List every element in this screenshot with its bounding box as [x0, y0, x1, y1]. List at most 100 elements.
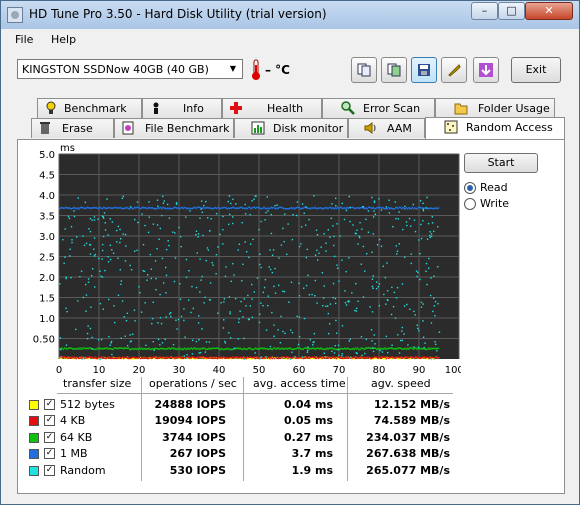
- data-point-random: [190, 311, 192, 314]
- data-point-random: [334, 197, 337, 200]
- data-point-random: [189, 210, 191, 212]
- series-checkbox[interactable]: ✓: [44, 432, 55, 443]
- data-point-random: [408, 217, 411, 220]
- data-point-random: [365, 218, 367, 221]
- data-point-random: [341, 325, 344, 327]
- data-point-random: [294, 356, 296, 358]
- data-point-random: [97, 218, 99, 220]
- data-point-random: [338, 354, 340, 357]
- close-button[interactable]: ✕: [525, 2, 573, 20]
- tab-info[interactable]: Info: [142, 98, 222, 118]
- data-point-random: [318, 252, 320, 254]
- data-point-random: [336, 267, 339, 270]
- title-bar[interactable]: HD Tune Pro 3.50 - Hard Disk Utility (tr…: [1, 1, 579, 29]
- data-point-random: [77, 300, 79, 302]
- data-point-random: [162, 195, 164, 198]
- data-point-random: [100, 338, 103, 341]
- data-point-random: [332, 282, 335, 285]
- data-point-64-kb: [415, 347, 417, 349]
- data-point-random: [195, 340, 198, 343]
- data-point-random: [298, 282, 300, 285]
- data-point-random: [130, 269, 133, 271]
- minimize-button[interactable]: –: [471, 2, 498, 20]
- data-point-random: [227, 200, 229, 203]
- data-point-random: [203, 302, 205, 304]
- series-checkbox[interactable]: ✓: [44, 399, 55, 410]
- data-point-random: [237, 249, 239, 251]
- data-point-random: [284, 332, 286, 335]
- data-point-random: [316, 259, 319, 261]
- copy-screenshot-button[interactable]: [381, 57, 407, 83]
- data-point-random: [256, 277, 259, 279]
- tab-random-access[interactable]: Random Access: [425, 117, 565, 139]
- start-button[interactable]: Start: [464, 153, 538, 173]
- series-checkbox[interactable]: ✓: [44, 465, 55, 476]
- tab-aam[interactable]: AAM: [348, 118, 425, 138]
- options-button[interactable]: [441, 57, 467, 83]
- save-button[interactable]: [411, 57, 437, 83]
- y-tick-label: 1.5: [39, 294, 55, 305]
- data-point-random: [403, 305, 406, 307]
- x-tick-label: 10: [93, 365, 106, 373]
- data-point-random: [196, 252, 199, 254]
- y-tick-label: 2.0: [39, 273, 55, 284]
- data-point-random: [151, 322, 153, 325]
- data-point-random: [366, 253, 368, 255]
- maximize-button[interactable]: □: [498, 2, 525, 20]
- data-point-random: [179, 298, 182, 300]
- data-point-random: [392, 225, 394, 228]
- data-point-random: [249, 213, 251, 216]
- data-point-random: [197, 236, 199, 238]
- data-point-random: [183, 355, 185, 357]
- exit-button[interactable]: Exit: [511, 57, 561, 83]
- data-point-random: [60, 356, 63, 358]
- menu-help[interactable]: Help: [51, 33, 76, 46]
- data-point-random: [197, 322, 200, 324]
- data-point-random: [64, 256, 66, 258]
- data-point-random: [66, 310, 68, 313]
- tab-benchmark[interactable]: Benchmark: [37, 98, 142, 118]
- column-divider: [243, 377, 244, 481]
- data-point-random: [437, 265, 439, 268]
- tab-error-scan[interactable]: Error Scan: [322, 98, 435, 118]
- data-point-random: [244, 213, 247, 215]
- read-radio[interactable]: [464, 182, 476, 194]
- tab-folder-usage[interactable]: Folder Usage: [435, 98, 555, 118]
- data-point-random: [397, 334, 399, 336]
- data-point-random: [222, 327, 225, 329]
- data-point-random: [85, 294, 88, 296]
- tab-disk-monitor[interactable]: Disk monitor: [234, 118, 348, 138]
- data-point-random: [243, 358, 245, 361]
- data-point-1-mb: [98, 207, 100, 210]
- menu-file[interactable]: File: [15, 33, 33, 46]
- data-point-random: [156, 199, 159, 201]
- data-point-random: [335, 205, 337, 207]
- data-point-random: [204, 351, 207, 353]
- data-point-random: [129, 206, 132, 208]
- data-point-random: [395, 245, 397, 247]
- data-point-64-kb: [384, 347, 386, 349]
- data-point-random: [362, 245, 365, 248]
- wrench-icon: [448, 64, 461, 77]
- data-point-random: [111, 249, 113, 251]
- data-point-random: [201, 275, 203, 278]
- data-point-random: [292, 213, 294, 216]
- data-point-random: [358, 235, 360, 237]
- data-point-64-kb: [353, 348, 355, 351]
- series-checkbox[interactable]: ✓: [44, 448, 55, 459]
- app-window: HD Tune Pro 3.50 - Hard Disk Utility (tr…: [0, 0, 580, 505]
- data-point-random: [91, 268, 94, 270]
- tab-file-benchmark[interactable]: File Benchmark: [114, 118, 234, 138]
- tab-erase[interactable]: Erase: [31, 118, 114, 138]
- series-checkbox[interactable]: ✓: [44, 415, 55, 426]
- data-point-random: [132, 333, 134, 335]
- copy-info-button[interactable]: [351, 57, 377, 83]
- data-point-random: [362, 296, 365, 298]
- write-radio[interactable]: [464, 198, 476, 210]
- data-point-random: [122, 233, 124, 235]
- data-point-random: [243, 298, 246, 300]
- drive-select[interactable]: KINGSTON SSDNow 40GB (40 GB) ▼: [17, 59, 243, 79]
- tab-health[interactable]: Health: [222, 98, 322, 118]
- data-point-random: [199, 217, 201, 219]
- download-button[interactable]: [473, 57, 499, 83]
